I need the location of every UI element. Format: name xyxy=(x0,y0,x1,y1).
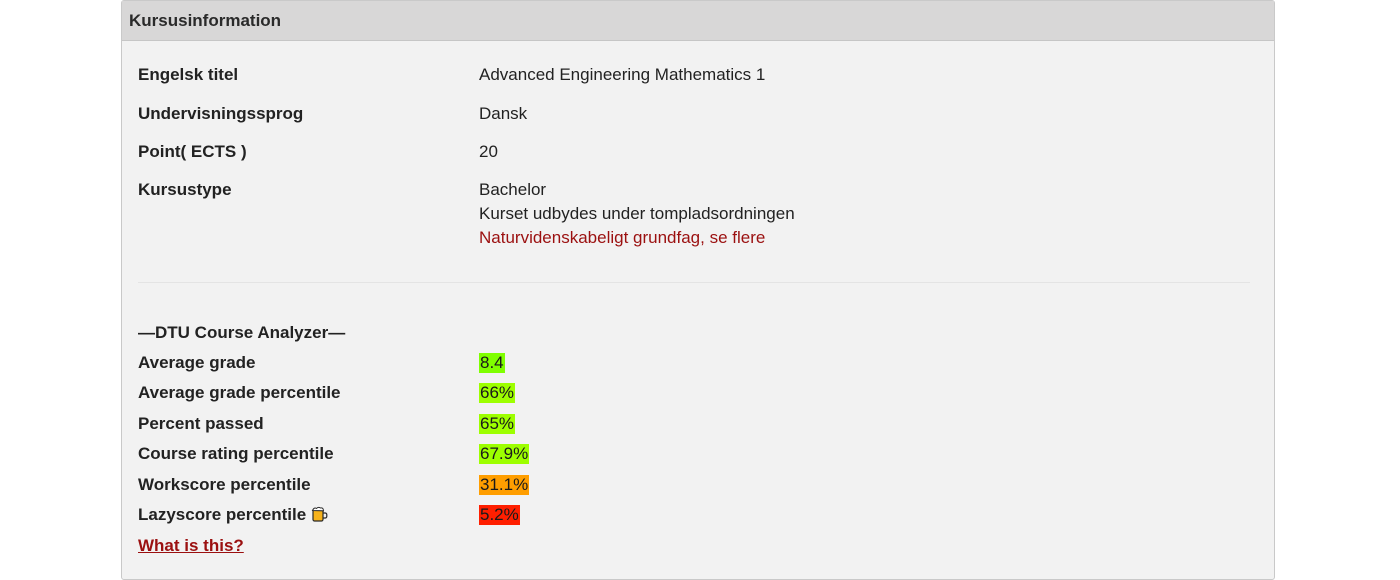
analyzer-value-badge: 31.1% xyxy=(479,475,530,495)
info-label: Engelsk titel xyxy=(138,65,239,84)
analyzer-value-badge: 67.9% xyxy=(479,444,530,464)
info-label: Undervisningssprog xyxy=(138,104,304,123)
panel-header: Kursusinformation xyxy=(122,1,1274,41)
analyzer-value-badge: 65% xyxy=(479,414,516,434)
analyzer-label: Percent passed xyxy=(138,414,264,433)
info-label: Point( ECTS ) xyxy=(138,142,247,161)
analyzer-label: Course rating percentile xyxy=(138,444,334,463)
info-value: Dansk xyxy=(479,104,528,123)
beer-icon xyxy=(311,505,328,522)
info-label: Kursustype xyxy=(138,180,232,199)
course-type-line: Bachelor xyxy=(479,180,547,199)
analyzer-label: Average grade xyxy=(138,353,256,372)
analyzer-label: Lazyscore percentile xyxy=(138,505,307,524)
info-value: Advanced Engineering Mathematics 1 xyxy=(479,65,766,84)
analyzer-label-wrap: Lazyscore percentile xyxy=(138,503,468,527)
info-value: 20 xyxy=(479,142,498,161)
analyzer-value-badge: 5.2% xyxy=(479,505,520,525)
course-info-panel: Kursusinformation Engelsk titel Advanced… xyxy=(121,0,1275,580)
analyzer-label: Average grade percentile xyxy=(138,383,341,402)
analyzer-value-badge: 8.4 xyxy=(479,353,505,373)
info-value-course-type: Bachelor Kurset udbydes under tompladsor… xyxy=(479,178,1239,250)
section-divider xyxy=(138,282,1250,283)
analyzer-title: —DTU Course Analyzer— xyxy=(138,323,346,342)
course-category-link[interactable]: Naturvidenskabeligt grundfag, se flere xyxy=(479,228,765,247)
course-type-line: Kurset udbydes under tompladsordningen xyxy=(479,204,795,223)
panel-title: Kursusinformation xyxy=(129,10,282,30)
what-is-this-link[interactable]: What is this? xyxy=(138,534,244,558)
analyzer-label: Workscore percentile xyxy=(138,475,311,494)
analyzer-value-badge: 66% xyxy=(479,383,516,403)
